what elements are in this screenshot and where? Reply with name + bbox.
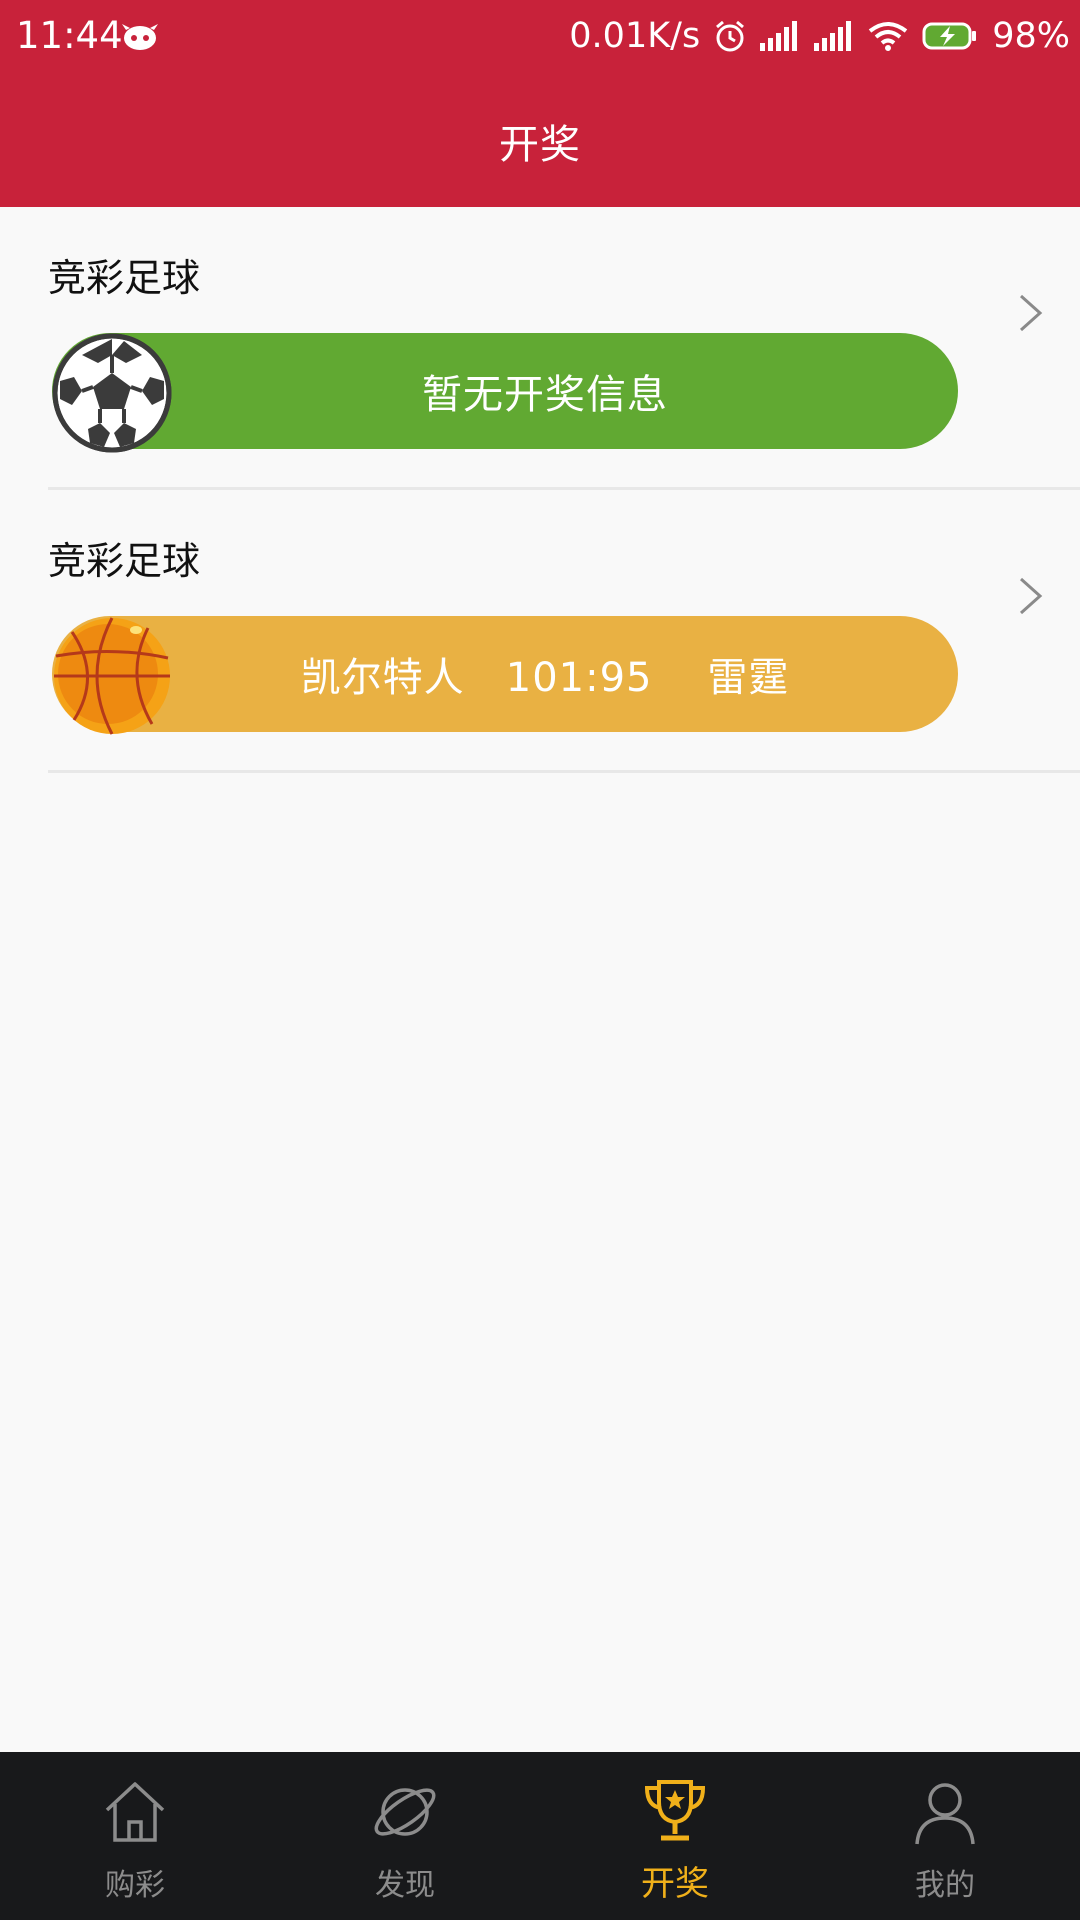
- bottom-nav: 购彩 发现 开奖 我的: [0, 1752, 1080, 1920]
- nav-label: 开奖: [641, 1864, 709, 1904]
- nav-label: 购彩: [105, 1868, 165, 1903]
- home-icon: [105, 1782, 165, 1842]
- result-list: 竞彩足球 暂无开奖信息 竞彩足球 凯尔特人 101:95 雷霆: [0, 207, 1080, 773]
- result-text: 暂无开奖信息: [422, 372, 668, 418]
- result-card-basketball[interactable]: 竞彩足球 凯尔特人 101:95 雷霆: [48, 490, 1080, 773]
- battery-percent: 98%: [992, 16, 1070, 56]
- status-indicators: 0.01K/s 98%: [569, 14, 1070, 58]
- header: 开奖: [0, 74, 1080, 207]
- result-text: 凯尔特人 101:95 雷霆: [300, 655, 790, 701]
- basketball-icon: [54, 617, 170, 735]
- signal-icon: [760, 21, 798, 51]
- battery-charging-icon: [922, 22, 977, 50]
- status-bar: 11:44 0.01K/s 98%: [0, 0, 1080, 74]
- trophy-icon: [644, 1780, 706, 1841]
- status-time: 11:44: [16, 14, 123, 57]
- network-speed: 0.01K/s: [569, 16, 701, 56]
- result-card-soccer[interactable]: 竞彩足球 暂无开奖信息: [48, 207, 1080, 490]
- soccer-ball-icon: [52, 333, 172, 453]
- nav-item-mine[interactable]: 我的: [810, 1752, 1080, 1920]
- result-banner[interactable]: 暂无开奖信息: [52, 333, 958, 449]
- nav-label: 我的: [915, 1868, 975, 1903]
- chevron-right-icon[interactable]: [1018, 576, 1044, 616]
- wifi-icon: [868, 22, 908, 51]
- notification-app-icon: [122, 24, 158, 50]
- nav-item-buy[interactable]: 购彩: [0, 1752, 270, 1920]
- card-title: 竞彩足球: [48, 256, 201, 300]
- planet-icon: [374, 1788, 436, 1836]
- nav-item-results[interactable]: 开奖: [540, 1752, 810, 1920]
- user-icon: [915, 1783, 975, 1845]
- page-title: 开奖: [499, 121, 581, 168]
- screen: 11:44 0.01K/s 98% 开奖 竞彩足球 暂无开奖信息 竞彩足球 凯尔…: [0, 0, 1080, 1920]
- signal-icon-2: [814, 21, 852, 51]
- alarm-icon: [716, 20, 745, 52]
- result-banner[interactable]: 凯尔特人 101:95 雷霆: [52, 616, 958, 732]
- nav-label: 发现: [375, 1868, 435, 1903]
- chevron-right-icon[interactable]: [1018, 293, 1044, 333]
- nav-item-discover[interactable]: 发现: [270, 1752, 540, 1920]
- card-title: 竞彩足球: [48, 539, 201, 583]
